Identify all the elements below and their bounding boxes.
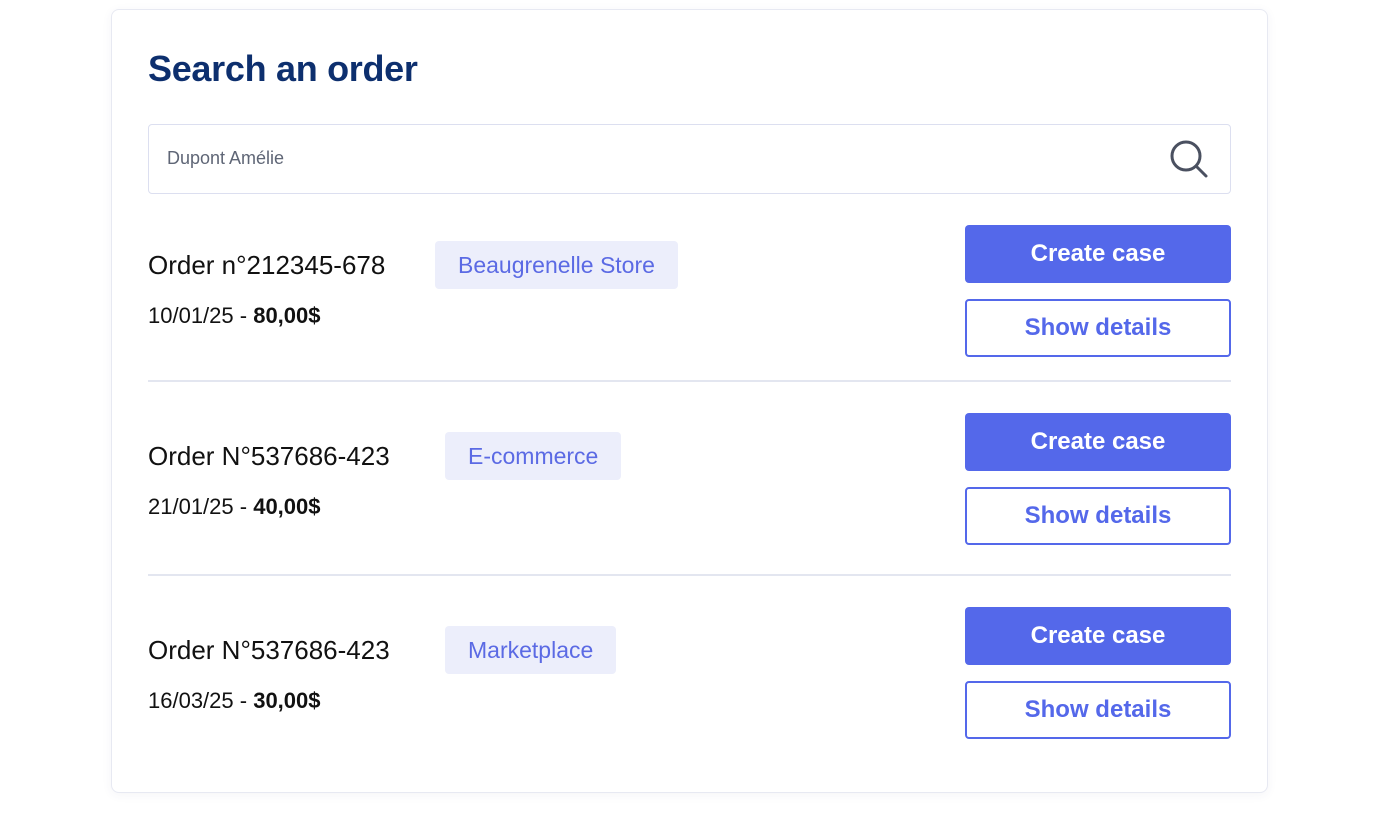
search-input[interactable] (167, 125, 1147, 192)
order-date: 16/03/25 (148, 688, 234, 713)
order-meta-separator: - (233, 303, 254, 328)
show-details-button[interactable]: Show details (965, 487, 1231, 545)
search-order-card: Search an order Order n°212345-678 Beaug… (111, 9, 1268, 793)
order-meta: 21/01/25 - 40,00$ (148, 494, 321, 520)
order-item: Order N°537686-423 Marketplace 16/03/25 … (148, 606, 1231, 740)
order-meta-separator: - (233, 494, 254, 519)
order-item: Order N°537686-423 E-commerce 21/01/25 -… (148, 412, 1231, 546)
order-date: 10/01/25 (148, 303, 234, 328)
order-channel-badge: Beaugrenelle Store (435, 241, 678, 289)
order-divider (148, 380, 1231, 382)
order-number: Order N°537686-423 (148, 635, 390, 665)
order-date: 21/01/25 (148, 494, 234, 519)
create-case-button[interactable]: Create case (965, 413, 1231, 471)
order-amount: 40,00$ (253, 494, 321, 519)
show-details-button[interactable]: Show details (965, 299, 1231, 357)
search-icon[interactable] (1168, 138, 1210, 180)
order-meta: 10/01/25 - 80,00$ (148, 303, 321, 329)
create-case-button[interactable]: Create case (965, 225, 1231, 283)
page-title: Search an order (148, 48, 418, 89)
order-channel-badge: Marketplace (445, 626, 617, 674)
search-box (148, 124, 1231, 194)
order-item: Order n°212345-678 Beaugrenelle Store 10… (148, 224, 1231, 358)
order-divider (148, 574, 1231, 576)
order-number: Order n°212345-678 (148, 250, 386, 280)
order-meta: 16/03/25 - 30,00$ (148, 688, 321, 714)
order-meta-separator: - (233, 688, 254, 713)
create-case-button[interactable]: Create case (965, 607, 1231, 665)
order-amount: 80,00$ (253, 303, 321, 328)
order-amount: 30,00$ (253, 688, 321, 713)
order-channel-badge: E-commerce (445, 432, 622, 480)
order-number: Order N°537686-423 (148, 441, 390, 471)
show-details-button[interactable]: Show details (965, 681, 1231, 739)
